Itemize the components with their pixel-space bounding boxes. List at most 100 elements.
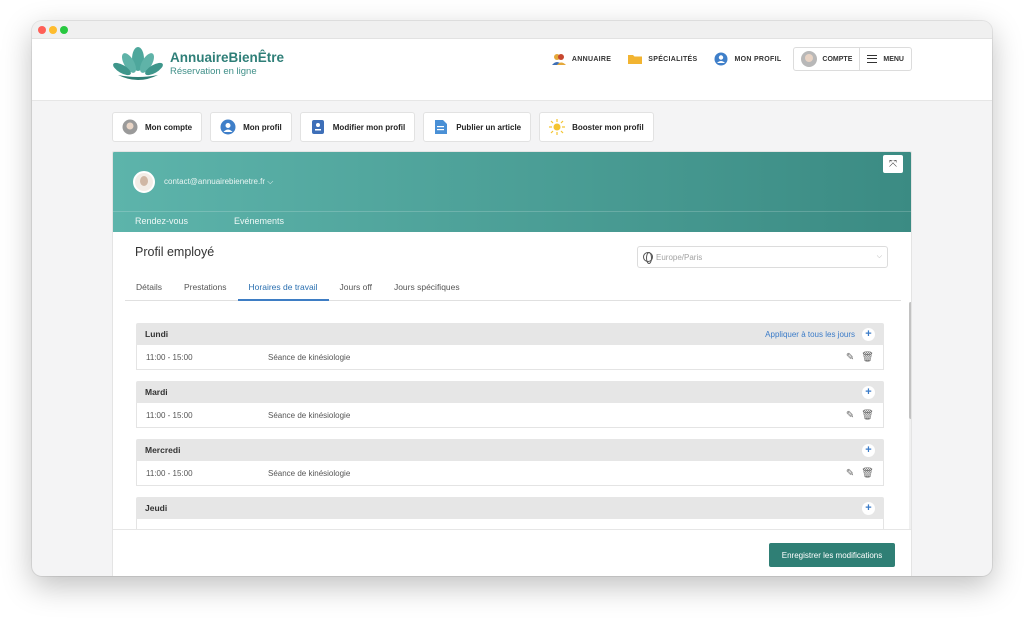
account-button[interactable]: COMPTE	[794, 48, 859, 70]
quick-actions-bar: Mon compte Mon profil Modifier mon profi…	[112, 112, 662, 142]
service-name: Séance de kinésiologie	[268, 468, 351, 478]
add-period-button[interactable]: +	[862, 443, 875, 457]
tab-details[interactable]: Détails	[125, 278, 173, 301]
trash-icon[interactable]: 🗑	[861, 352, 874, 363]
booster-profil-button[interactable]: Booster mon profil	[539, 112, 654, 142]
mon-profil-label: Mon profil	[243, 122, 282, 132]
day-header: Jeudi +	[136, 497, 884, 519]
day-name: Mardi	[145, 387, 168, 397]
account-menu-box: COMPTE MENU	[793, 47, 912, 71]
avatar-icon	[122, 119, 138, 135]
profile-tabs: Détails Prestations Horaires de travail …	[125, 278, 901, 301]
lotus-logo-icon	[113, 47, 163, 80]
maximize-window-button[interactable]	[60, 26, 68, 34]
main-nav: ANNUAIRE SPÉCIALITÉS MON PROFIL COMPTE M…	[535, 47, 912, 71]
globe-icon	[643, 252, 653, 264]
time-range: 11:00 - 15:00	[146, 410, 193, 420]
apply-all-days-link[interactable]: Appliquer à tous les jours	[765, 330, 855, 339]
tab-horaires-de-travail[interactable]: Horaires de travail	[237, 278, 329, 301]
tab-jours-off[interactable]: Jours off	[329, 278, 383, 301]
avatar	[133, 171, 155, 193]
scrollbar-thumb[interactable]	[909, 302, 911, 419]
tab-jours-specifiques[interactable]: Jours spécifiques	[383, 278, 471, 301]
browser-window: AnnuaireBienÊtre Réservation en ligne AN…	[32, 21, 992, 576]
menu-button[interactable]: MENU	[859, 48, 911, 70]
top-navigation: AnnuaireBienÊtre Réservation en ligne AN…	[32, 39, 992, 101]
user-email: contact@annuairebienetre.fr ⌵	[164, 177, 274, 186]
expand-icon[interactable]: ⤧	[883, 155, 903, 173]
people-icon	[551, 54, 566, 65]
edit-pencil-icon[interactable]: ✎	[846, 468, 854, 479]
folder-icon	[628, 55, 643, 64]
publier-article-button[interactable]: Publier un article	[423, 112, 532, 142]
trash-icon[interactable]: 🗑	[861, 410, 874, 421]
mon-compte-label: Mon compte	[145, 122, 193, 132]
edit-profile-icon	[310, 119, 326, 135]
publier-article-label: Publier un article	[456, 122, 522, 132]
mon-compte-button[interactable]: Mon compte	[112, 112, 203, 142]
day-name: Jeudi	[145, 503, 168, 513]
time-range: 11:00 - 15:00	[146, 352, 193, 362]
mon-profil-button[interactable]: Mon profil	[210, 112, 292, 142]
tab-prestations[interactable]: Prestations	[173, 278, 238, 301]
nav-mon-profil[interactable]: MON PROFIL	[713, 52, 781, 66]
nav-annuaire[interactable]: ANNUAIRE	[551, 52, 611, 66]
booster-profil-label: Booster mon profil	[572, 122, 644, 132]
day-header: Lundi Appliquer à tous les jours +	[136, 323, 884, 345]
user-icon	[220, 119, 236, 135]
page-title: Profil employé	[135, 245, 215, 259]
employee-profile-panel: ⤧ contact@annuairebienetre.fr ⌵ Rendez-v…	[112, 151, 912, 576]
service-name: Séance de kinésiologie	[268, 410, 351, 420]
add-period-button[interactable]: +	[862, 327, 875, 341]
trash-icon[interactable]: 🗑	[861, 468, 874, 479]
window-titlebar	[32, 21, 992, 39]
nav-mon-profil-label: MON PROFIL	[734, 55, 782, 63]
close-window-button[interactable]	[38, 26, 46, 34]
list-item: 11:00 - 15:00 Séance de kinésiologie ✎ 🗑	[136, 403, 884, 428]
save-button[interactable]: Enregistrer les modifications	[769, 543, 895, 567]
site-logo[interactable]: AnnuaireBienÊtre Réservation en ligne	[112, 45, 284, 81]
nav-specialites-label: SPÉCIALITÉS	[648, 55, 698, 63]
brand-subtitle: Réservation en ligne	[170, 65, 257, 77]
day-header: Mercredi +	[136, 439, 884, 461]
day-header: Mardi +	[136, 381, 884, 403]
header-tabs: Rendez-vous Evénements	[135, 216, 330, 226]
minimize-window-button[interactable]	[49, 26, 57, 34]
tab-evenements[interactable]: Evénements	[234, 216, 284, 226]
working-hours-list[interactable]: Lundi Appliquer à tous les jours + 11:00…	[113, 302, 911, 529]
edit-pencil-icon[interactable]: ✎	[846, 410, 854, 421]
list-item: 11:00 - 15:00 Séance de kinésiologie ✎ 🗑	[136, 461, 884, 486]
header-divider	[113, 211, 911, 212]
list-item	[136, 519, 884, 529]
service-name: Séance de kinésiologie	[268, 352, 351, 362]
day-block: Jeudi +	[136, 497, 884, 529]
hamburger-icon	[867, 55, 878, 63]
edit-pencil-icon[interactable]: ✎	[846, 352, 854, 363]
document-icon	[433, 119, 449, 135]
timezone-placeholder: Europe/Paris	[656, 252, 703, 262]
modifier-profil-button[interactable]: Modifier mon profil	[299, 112, 416, 142]
chevron-down-icon: ⌵	[876, 253, 882, 260]
tab-rendez-vous[interactable]: Rendez-vous	[135, 216, 188, 226]
sparkle-icon	[549, 119, 566, 135]
day-block: Lundi Appliquer à tous les jours + 11:00…	[136, 323, 884, 370]
day-name: Lundi	[145, 329, 169, 339]
user-circle-icon	[714, 52, 728, 66]
account-label: COMPTE	[822, 55, 853, 63]
add-period-button[interactable]: +	[862, 501, 875, 515]
timezone-select[interactable]: Europe/Paris ⌵	[637, 246, 888, 268]
time-range: 11:00 - 15:00	[146, 468, 193, 478]
user-selector[interactable]: contact@annuairebienetre.fr ⌵	[133, 171, 273, 193]
add-period-button[interactable]: +	[862, 385, 875, 399]
panel-footer: Enregistrer les modifications	[113, 529, 911, 576]
scrollbar[interactable]	[909, 302, 911, 529]
day-block: Mardi + 11:00 - 15:00 Séance de kinésiol…	[136, 381, 884, 428]
menu-label: MENU	[883, 55, 904, 63]
list-item: 11:00 - 15:00 Séance de kinésiologie ✎ 🗑	[136, 345, 884, 370]
panel-header: ⤧ contact@annuairebienetre.fr ⌵ Rendez-v…	[113, 152, 911, 232]
day-name: Mercredi	[145, 445, 181, 455]
modifier-profil-label: Modifier mon profil	[332, 122, 406, 132]
nav-specialites[interactable]: SPÉCIALITÉS	[627, 52, 697, 66]
brand-title: AnnuaireBienÊtre	[170, 49, 285, 65]
avatar	[801, 51, 818, 67]
